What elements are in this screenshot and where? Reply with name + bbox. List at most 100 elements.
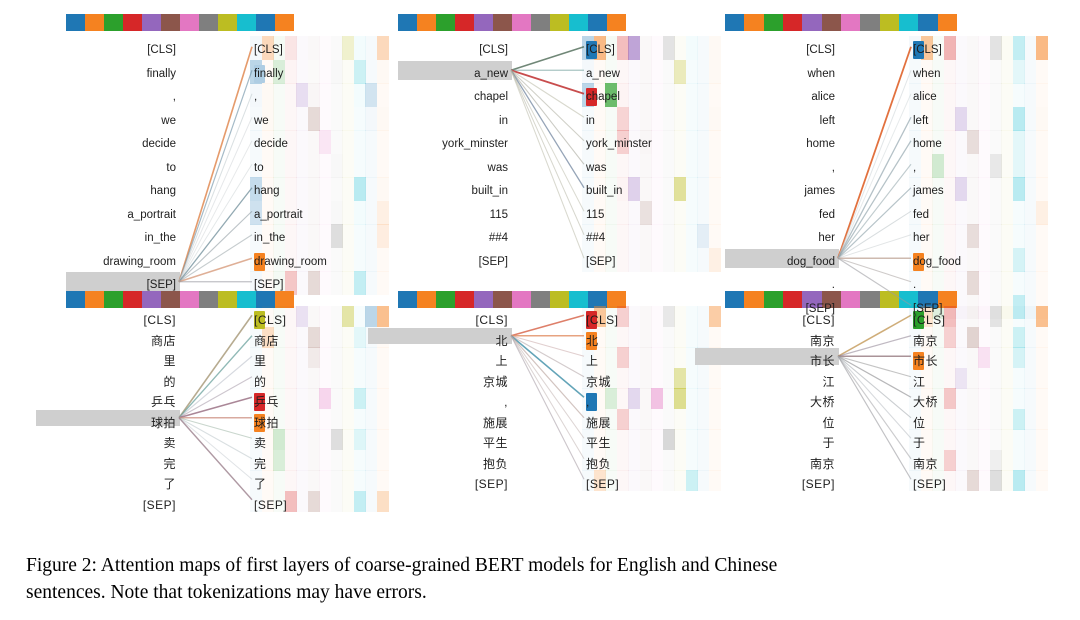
token-label: 里 — [254, 354, 267, 368]
token-label: , — [504, 395, 508, 409]
token-label: [SEP] — [254, 279, 284, 291]
token-label: 于 — [822, 436, 835, 450]
token-label: 商店 — [254, 333, 280, 348]
token-label: hang — [254, 185, 280, 197]
token-label: 乒乓 — [150, 395, 176, 409]
token-label: 卖 — [254, 436, 267, 450]
token-label: 商店 — [150, 333, 176, 348]
token-label: decide — [254, 138, 288, 150]
token-label: , — [172, 91, 176, 103]
token-label: [SEP] — [586, 477, 620, 491]
token-label: 球拍 — [254, 415, 280, 430]
token-label: . — [913, 279, 917, 291]
token-label: ##4 — [488, 232, 508, 244]
token-label: 上 — [586, 354, 599, 368]
token-label: in_the — [254, 232, 286, 244]
token-label: 卖 — [163, 436, 176, 450]
token-label: [SEP] — [146, 279, 176, 291]
token-label: we — [161, 114, 176, 127]
token-label: [SEP] — [586, 255, 616, 268]
token-label: [SEP] — [474, 477, 508, 491]
token-label: . — [831, 279, 835, 291]
token-label: [CLS] — [147, 44, 176, 56]
token-label: 里 — [163, 354, 176, 368]
token-label: chapel — [586, 91, 620, 103]
token-label: 南京 — [809, 456, 835, 471]
token-label: when — [807, 67, 836, 80]
token-label: james — [913, 185, 944, 197]
token-label: 京城 — [482, 374, 508, 389]
token-label: her — [818, 232, 835, 244]
attention-line — [837, 335, 912, 357]
token-label: [SEP] — [478, 255, 508, 268]
caption-line-2: sentences. Note that tokenizations may h… — [26, 582, 427, 603]
token-label: was — [586, 161, 607, 174]
token-label: home — [913, 138, 942, 150]
token-label: 了 — [163, 477, 176, 491]
token-label: fed — [819, 208, 835, 221]
token-label: drawing_room — [103, 255, 176, 268]
token-label: alice — [811, 91, 835, 103]
token-label: [SEP] — [142, 497, 176, 512]
token-label: 施展 — [586, 415, 612, 430]
token-label: in_the — [144, 232, 176, 244]
token-label: [CLS] — [586, 44, 615, 56]
token-label: 的 — [163, 374, 176, 389]
token-label: a_portrait — [254, 208, 303, 221]
token-label: , — [254, 91, 258, 103]
token-label: when — [913, 67, 941, 80]
token-label: york_minster — [442, 138, 508, 150]
token-label: 大桥 — [913, 395, 939, 409]
token-label: dog_food — [913, 255, 961, 268]
token-label: [SEP] — [254, 497, 288, 512]
token-label: [CLS] — [913, 313, 946, 327]
token-label: 于 — [913, 436, 926, 450]
token-label: 完 — [163, 456, 176, 471]
token-label: 完 — [254, 456, 267, 471]
token-label: 球拍 — [150, 415, 176, 430]
token-label: to — [254, 161, 264, 174]
token-label: her — [913, 232, 930, 244]
token-label: finally — [254, 67, 284, 80]
token-label: [CLS] — [254, 44, 283, 56]
token-label: drawing_room — [254, 255, 327, 268]
token-label: york_minster — [586, 138, 652, 150]
token-label: 大桥 — [809, 395, 835, 409]
token-label: finally — [146, 67, 176, 80]
token-label: 位 — [822, 415, 835, 430]
attention-line — [837, 355, 912, 398]
token-label: built_in — [471, 185, 508, 197]
attention-line — [837, 355, 912, 419]
token-label: left — [913, 114, 929, 127]
token-label: , — [913, 161, 917, 174]
token-label: 市长 — [809, 354, 835, 368]
token-label: [CLS] — [806, 44, 835, 56]
token-label: home — [806, 138, 835, 150]
token-label: 平生 — [586, 436, 612, 450]
token-label: 了 — [254, 477, 267, 491]
token-label: in — [586, 114, 595, 127]
token-label: 北 — [495, 333, 508, 348]
token-label: 115 — [489, 208, 508, 221]
token-label: 抱负 — [586, 456, 612, 471]
token-label: dog_food — [787, 255, 835, 268]
attention-line — [837, 314, 912, 357]
token-label: 乒乓 — [254, 395, 280, 409]
caption-line-1: Figure 2: Attention maps of first layers… — [26, 555, 778, 576]
token-label: , — [586, 395, 590, 409]
token-label: a_new — [474, 67, 508, 80]
token-label: left — [819, 114, 835, 127]
token-label: [SEP] — [913, 477, 947, 491]
token-label: 京城 — [586, 374, 612, 389]
token-label: a_portrait — [127, 208, 176, 221]
attention-line — [837, 355, 912, 439]
token-label: 南京 — [913, 456, 939, 471]
token-label: built_in — [586, 185, 623, 197]
token-label: [CLS] — [913, 44, 942, 56]
token-label: 江 — [913, 374, 926, 389]
token-label: , — [831, 161, 835, 174]
token-label: [SEP] — [801, 477, 835, 491]
token-label: 的 — [254, 374, 267, 389]
token-label: was — [487, 161, 508, 174]
token-label: [CLS] — [143, 313, 176, 327]
